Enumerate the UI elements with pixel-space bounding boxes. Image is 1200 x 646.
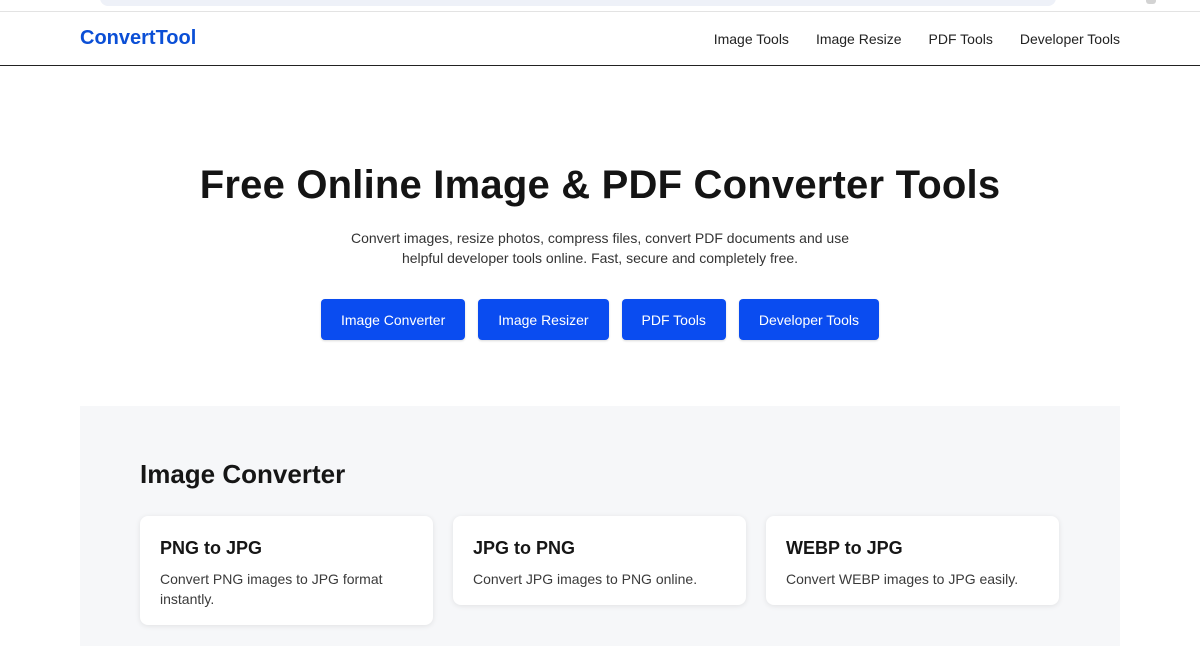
address-bar[interactable] <box>100 0 1056 6</box>
hero-title: Free Online Image & PDF Converter Tools <box>199 163 1001 207</box>
card-title: WEBP to JPG <box>786 538 903 558</box>
tool-cards: PNG to JPG Convert PNG images to JPG for… <box>140 516 1059 625</box>
card-title: PNG to JPG <box>160 538 263 558</box>
hero-actions: Image Converter Image Resizer PDF Tools … <box>0 299 1200 340</box>
tool-card-png-to-jpg[interactable]: PNG to JPG Convert PNG images to JPG for… <box>140 516 433 625</box>
nav-developer-tools[interactable]: Developer Tools <box>1020 31 1120 47</box>
site-header: ConvertTool Image Tools Image Resize PDF… <box>0 12 1200 66</box>
section-title: Image Converter <box>140 459 346 489</box>
pdf-tools-button[interactable]: PDF Tools <box>621 299 726 340</box>
profile-icon[interactable] <box>1146 0 1156 4</box>
image-converter-section: Image Converter PNG to JPG Convert PNG i… <box>80 406 1120 646</box>
image-converter-button[interactable]: Image Converter <box>320 299 466 340</box>
browser-toolbar <box>0 0 1200 12</box>
nav-image-resize[interactable]: Image Resize <box>816 31 902 47</box>
card-description: Convert PNG images to JPG format instant… <box>160 571 383 607</box>
hero-subtitle: Convert images, resize photos, compress … <box>351 230 849 266</box>
nav-image-tools[interactable]: Image Tools <box>714 31 789 47</box>
tool-card-jpg-to-png[interactable]: JPG to PNG Convert JPG images to PNG onl… <box>453 516 746 605</box>
site-logo[interactable]: ConvertTool <box>80 27 196 50</box>
nav-pdf-tools[interactable]: PDF Tools <box>929 31 993 47</box>
developer-tools-button[interactable]: Developer Tools <box>738 299 879 340</box>
card-description: Convert JPG images to PNG online. <box>473 571 698 587</box>
image-resizer-button[interactable]: Image Resizer <box>478 299 609 340</box>
main-nav: Image Tools Image Resize PDF Tools Devel… <box>714 31 1120 47</box>
card-description: Convert WEBP images to JPG easily. <box>786 571 1019 587</box>
card-title: JPG to PNG <box>473 538 576 558</box>
tool-card-webp-to-jpg[interactable]: WEBP to JPG Convert WEBP images to JPG e… <box>766 516 1059 605</box>
